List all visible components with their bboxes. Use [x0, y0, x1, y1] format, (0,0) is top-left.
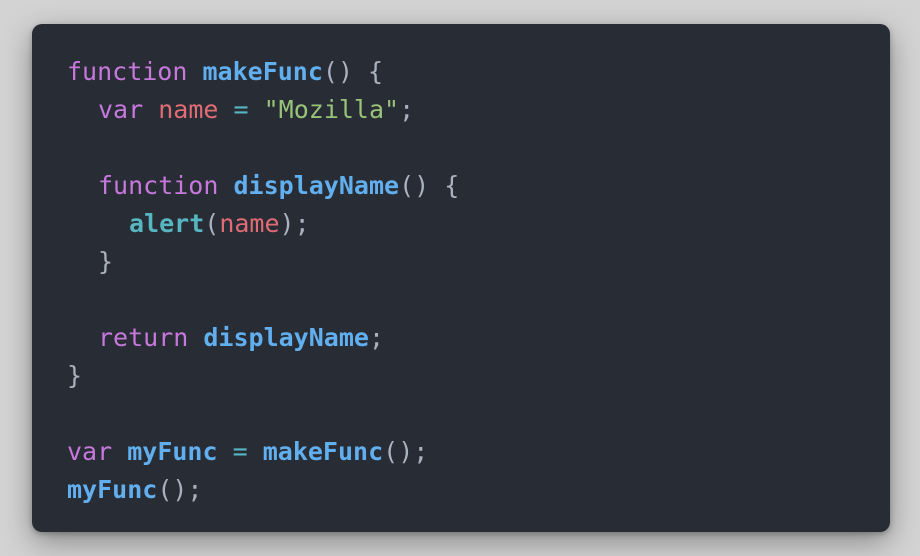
keyword: return [98, 323, 189, 352]
keyword: function [67, 57, 188, 86]
punctuation: ; [399, 95, 415, 124]
variable: name [219, 209, 280, 238]
code-line-10-blank [67, 395, 890, 433]
closing-brace: } [98, 247, 114, 276]
punctuation: ; [368, 323, 385, 352]
closing-brace: } [67, 361, 83, 390]
builtin-call: alert [129, 209, 205, 238]
code-line-7-blank [67, 281, 890, 319]
operator: = [233, 95, 249, 124]
variable-name: myFunc [127, 437, 218, 466]
operator: = [232, 437, 248, 466]
function-name: makeFunc [202, 57, 323, 86]
punctuation: () { [322, 57, 384, 86]
punctuation: () { [399, 171, 460, 200]
keyword: var [67, 437, 113, 466]
string-literal: "Mozilla" [263, 95, 400, 124]
code-line-6: } [67, 243, 890, 281]
code-block: function makeFunc() { var name = "Mozill… [32, 24, 890, 532]
punctuation: ); [279, 209, 310, 238]
function-name: displayName [233, 171, 400, 200]
function-name: myFunc [67, 475, 158, 504]
code-line-1: function makeFunc() { [67, 53, 890, 91]
code-line-4: function displayName() { [67, 167, 890, 205]
punctuation: (); [383, 437, 429, 466]
keyword: var [98, 95, 144, 124]
code-line-2: var name = "Mozilla"; [67, 91, 890, 129]
code-line-12: myFunc(); [67, 471, 890, 509]
code-line-5: alert(name); [67, 205, 890, 243]
keyword: function [98, 171, 219, 200]
function-name: makeFunc [262, 437, 384, 466]
code-line-11: var myFunc = makeFunc(); [67, 433, 890, 471]
code-line-9: } [67, 357, 890, 395]
code-line-3-blank [67, 129, 890, 167]
function-name: displayName [203, 323, 369, 352]
code-line-8: return displayName; [67, 319, 890, 357]
punctuation: (); [157, 475, 203, 504]
screenshot-stage: function makeFunc() { var name = "Mozill… [0, 0, 920, 556]
variable: name [158, 95, 219, 124]
punctuation: ( [204, 209, 220, 238]
